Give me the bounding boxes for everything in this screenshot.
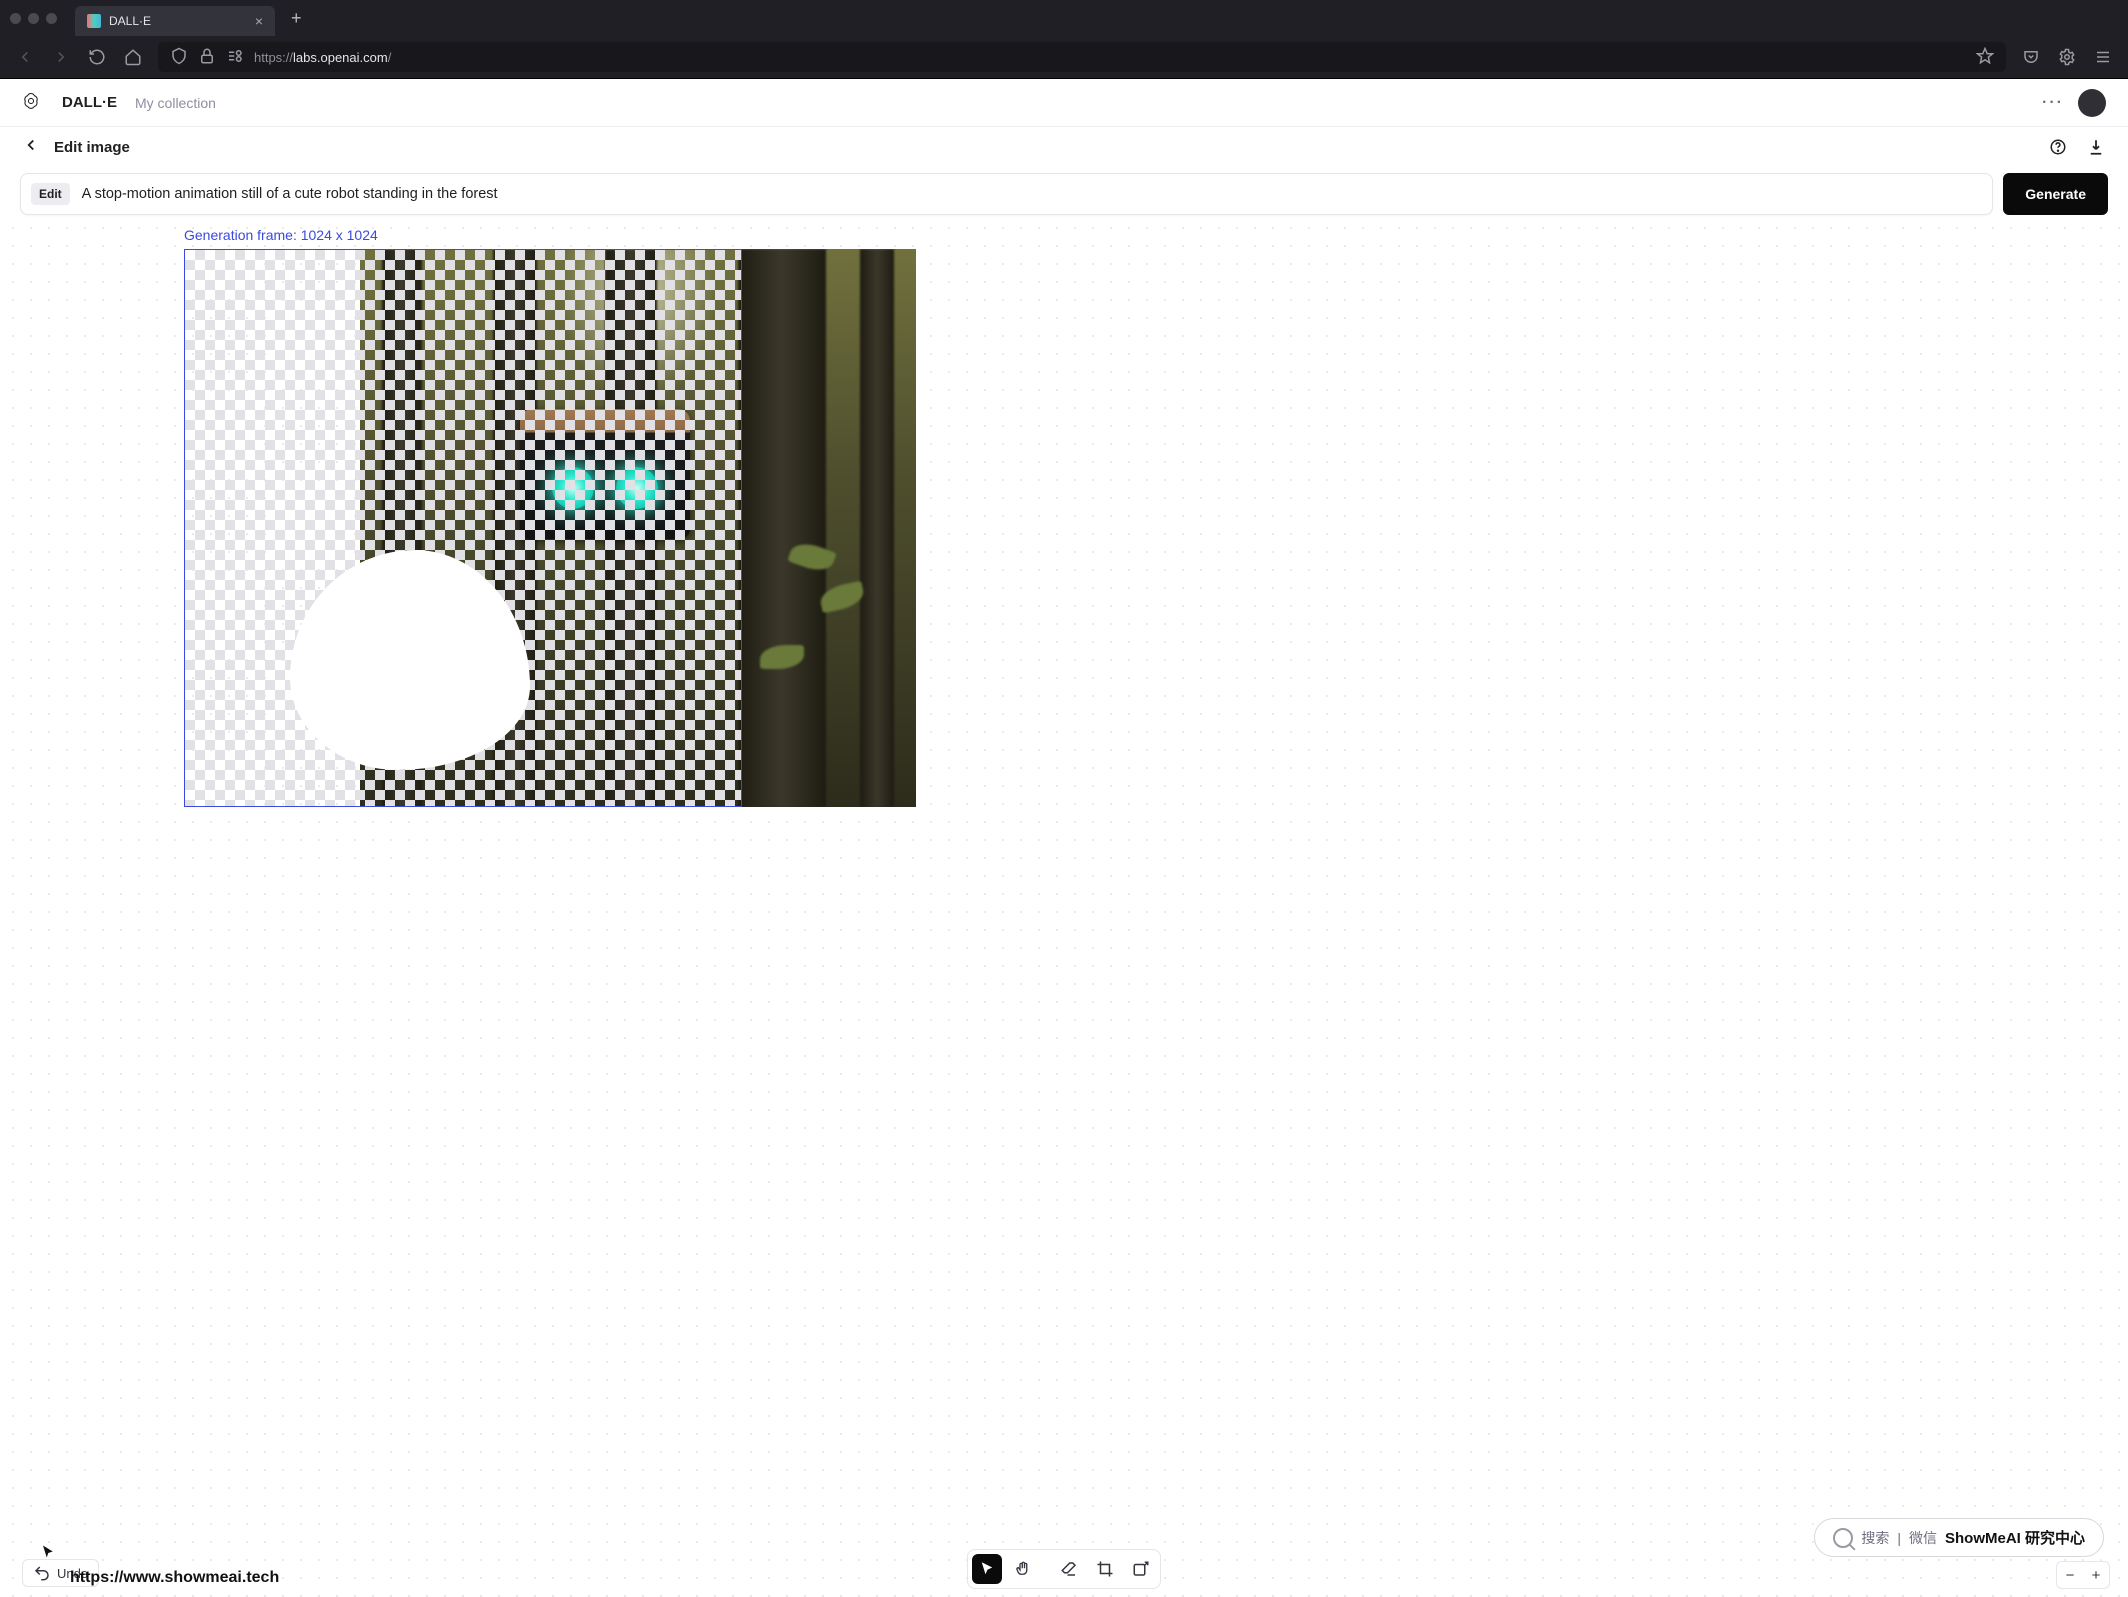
tab-title: DALL·E xyxy=(109,14,151,28)
user-avatar[interactable] xyxy=(2078,89,2106,117)
titlebar: DALL·E × + xyxy=(0,0,2128,36)
prompt-input-container[interactable]: Edit A stop-motion animation still of a … xyxy=(20,173,1993,215)
brand-title[interactable]: DALL·E xyxy=(62,94,117,111)
search-icon xyxy=(1833,1528,1853,1548)
canvas-area[interactable]: Generation frame: 1024 x 1024 搜索 | 微信 S xyxy=(0,215,2128,1597)
shield-icon xyxy=(170,47,188,68)
browser-tab[interactable]: DALL·E × xyxy=(75,6,275,36)
watermark-brand: ShowMeAI 研究中心 xyxy=(1945,1527,2085,1548)
back-chevron-icon[interactable] xyxy=(22,136,40,159)
prompt-row: Edit A stop-motion animation still of a … xyxy=(0,167,2128,215)
my-collection-link[interactable]: My collection xyxy=(135,95,216,111)
status-url: https://www.showmeai.tech xyxy=(70,1569,279,1587)
settings-gear-icon[interactable] xyxy=(2056,46,2078,68)
pan-tool[interactable] xyxy=(1008,1554,1038,1584)
zoom-in-button[interactable]: + xyxy=(2083,1562,2109,1588)
minimize-window-icon[interactable] xyxy=(28,13,39,24)
page-title: Edit image xyxy=(54,139,130,156)
address-bar[interactable]: https://labs.openai.com/ xyxy=(158,42,2006,72)
sub-header: Edit image xyxy=(0,127,2128,167)
bookmark-star-icon[interactable] xyxy=(1976,47,1994,68)
tab-favicon-icon xyxy=(87,14,101,28)
close-window-icon[interactable] xyxy=(10,13,21,24)
hamburger-menu-icon[interactable] xyxy=(2092,46,2114,68)
home-icon[interactable] xyxy=(122,46,144,68)
watermark-search: 搜索 xyxy=(1861,1528,1889,1548)
crop-tool[interactable] xyxy=(1090,1554,1120,1584)
cursor-icon xyxy=(40,1544,58,1567)
new-tab-button[interactable]: + xyxy=(291,8,302,29)
url-text: https://labs.openai.com/ xyxy=(254,50,391,65)
generation-frame-label: Generation frame: 1024 x 1024 xyxy=(184,227,378,243)
nav-back-icon[interactable] xyxy=(14,46,36,68)
edit-badge: Edit xyxy=(31,183,70,205)
browser-chrome: DALL·E × + https://labs.openai.com/ xyxy=(0,0,2128,79)
download-icon[interactable] xyxy=(2086,137,2106,157)
generate-button[interactable]: Generate xyxy=(2003,173,2108,215)
tab-close-icon[interactable]: × xyxy=(255,14,263,28)
app-header: DALL·E My collection ··· xyxy=(0,79,2128,127)
lock-icon xyxy=(198,47,216,68)
watermark-pill: 搜索 | 微信 ShowMeAI 研究中心 xyxy=(1814,1518,2104,1557)
pocket-icon[interactable] xyxy=(2020,46,2042,68)
maximize-window-icon[interactable] xyxy=(46,13,57,24)
app-body: DALL·E My collection ··· Edit image Edit… xyxy=(0,79,2128,1597)
address-bar-row: https://labs.openai.com/ xyxy=(0,36,2128,78)
openai-logo-icon xyxy=(22,92,44,114)
pointer-tool[interactable] xyxy=(972,1554,1002,1584)
prompt-text[interactable]: A stop-motion animation still of a cute … xyxy=(82,186,498,202)
permissions-icon xyxy=(226,47,244,68)
nav-forward-icon[interactable] xyxy=(50,46,72,68)
more-menu-icon[interactable]: ··· xyxy=(2042,94,2064,112)
zoom-controls: − + xyxy=(2056,1561,2110,1589)
help-icon[interactable] xyxy=(2048,137,2068,157)
reload-icon[interactable] xyxy=(86,46,108,68)
add-frame-tool[interactable] xyxy=(1126,1554,1156,1584)
eraser-tool[interactable] xyxy=(1054,1554,1084,1584)
watermark-wechat: 微信 xyxy=(1909,1528,1937,1548)
window-controls[interactable] xyxy=(10,13,57,24)
zoom-out-button[interactable]: − xyxy=(2057,1562,2083,1588)
editor-toolbar xyxy=(967,1549,1161,1589)
